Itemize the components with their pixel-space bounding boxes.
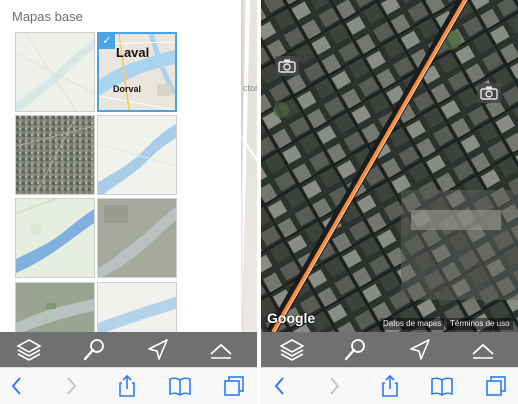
google-logo: Google (267, 310, 316, 326)
basemap-thumbnail-light-blue[interactable] (97, 115, 177, 195)
forward-icon (321, 374, 347, 398)
map-thumbnail-graphic (98, 199, 176, 277)
thumbnail-label-laval: Laval (116, 45, 150, 60)
share-icon[interactable] (114, 374, 140, 398)
location-arrow-icon[interactable] (144, 337, 172, 363)
browser-bar (261, 367, 518, 404)
map-thumbnail-graphic (98, 116, 176, 194)
terms-of-use-link[interactable]: Términos de uso (447, 318, 513, 330)
map-thumbnail-graphic (16, 33, 94, 111)
layers-icon[interactable] (15, 337, 43, 363)
map-toolbar (261, 332, 518, 367)
camera-icon[interactable] (275, 56, 299, 76)
camera-icon[interactable] (477, 83, 501, 103)
back-icon[interactable] (4, 374, 30, 398)
chevron-up-icon[interactable] (469, 337, 497, 363)
chevron-up-icon[interactable] (207, 337, 235, 363)
basemap-thumbnail-street-selected[interactable]: ✓ Laval Dorval (97, 32, 177, 112)
search-icon[interactable] (341, 337, 369, 363)
sheet-title: Mapas base (12, 9, 83, 24)
basemap-thumbnail-light[interactable] (15, 32, 95, 112)
bookmarks-icon[interactable] (429, 374, 455, 398)
share-icon[interactable] (377, 374, 403, 398)
satellite-map[interactable]: Google Datos de mapas Términos de uso (261, 0, 518, 332)
search-icon[interactable] (80, 337, 108, 363)
right-screen: Google Datos de mapas Términos de uso (261, 0, 518, 404)
map-data-link[interactable]: Datos de mapas (380, 318, 445, 330)
tabs-icon[interactable] (483, 374, 509, 398)
thumbnail-label-dorval: Dorval (113, 84, 142, 94)
selected-check-icon: ✓ (99, 34, 115, 49)
bookmarks-icon[interactable] (167, 374, 193, 398)
basemap-thumbnail-satellite[interactable] (15, 115, 95, 195)
forward-icon (58, 374, 84, 398)
basemap-sheet: Mapas base ✓ Laval Dorval (0, 0, 241, 362)
basemap-thumbnail-terrain[interactable] (15, 198, 95, 278)
background-map-label: ctor (243, 83, 257, 93)
layers-icon[interactable] (278, 337, 306, 363)
basemap-thumbnail-muted-satellite[interactable] (97, 198, 177, 278)
location-arrow-icon[interactable] (406, 337, 434, 363)
satellite-imagery (261, 0, 518, 332)
map-toolbar (0, 332, 257, 367)
left-screen: ctor Mapas base ✓ Laval Dorval (0, 0, 257, 404)
map-thumbnail-graphic (16, 116, 94, 194)
back-icon[interactable] (267, 374, 293, 398)
map-thumbnail-graphic (16, 199, 94, 277)
tabs-icon[interactable] (221, 374, 247, 398)
browser-bar (0, 367, 257, 404)
